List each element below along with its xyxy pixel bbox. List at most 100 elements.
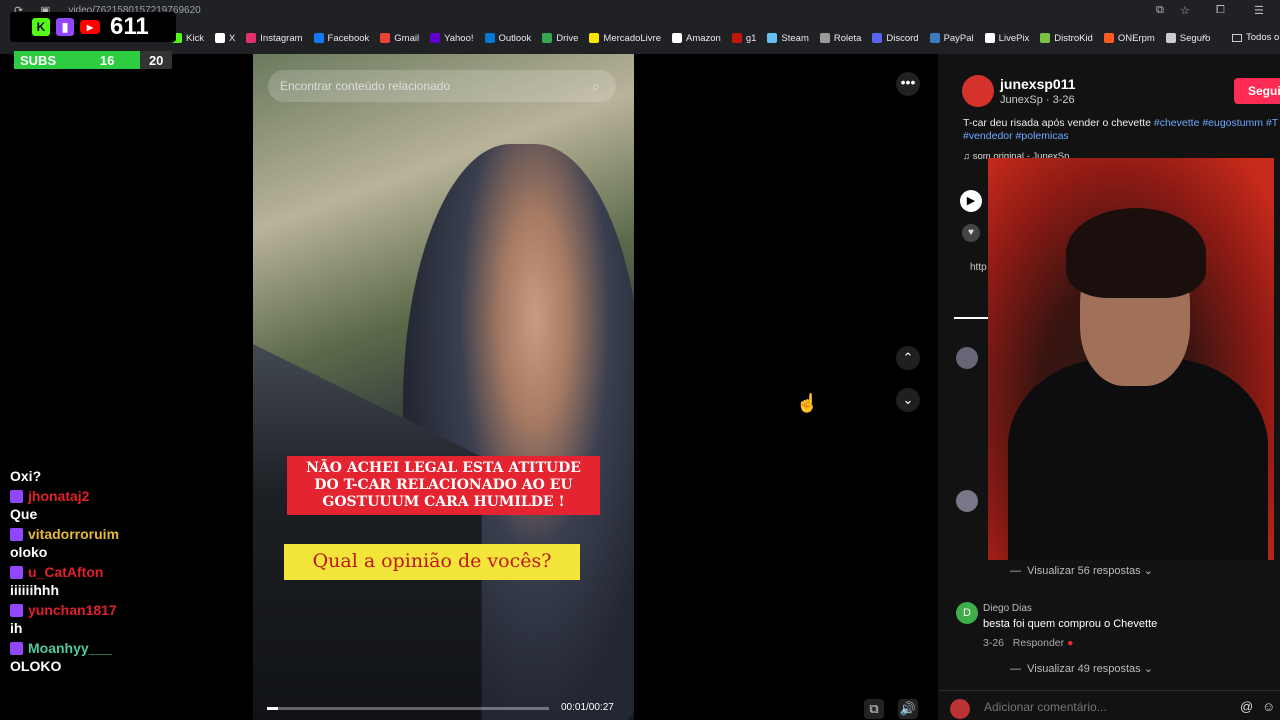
bookmark-favicon-icon: [246, 33, 257, 43]
view-replies-button[interactable]: — Visualizar 56 respostas ⌄: [1010, 564, 1153, 577]
bookmark-label: Amazon: [685, 32, 721, 44]
bookmark-label: g1: [745, 32, 757, 44]
bookmark-item[interactable]: Gmail: [380, 33, 419, 44]
bookmark-favicon-icon: [589, 33, 600, 43]
screen: ⟳ ▣ ...video/7621580157219769620 ⧉ ☆ ⧠ ☰…: [0, 0, 1280, 720]
bookmark-label: Facebook: [327, 32, 370, 44]
video-player[interactable]: Encontrar conteúdo relacionado ⌕ NÃO ACH…: [253, 54, 634, 720]
chat-message: Moanhyy___ OLOKO: [10, 638, 250, 674]
chat-username: u_CatAfton: [28, 564, 104, 580]
volume-icon[interactable]: 🔊: [898, 699, 918, 719]
more-bookmarks-icon[interactable]: »: [1202, 31, 1208, 42]
previous-video-icon[interactable]: ⌃: [896, 346, 920, 370]
comment-meta: 3-26 Responder ●: [983, 637, 1073, 649]
chat-text: Oxi?: [10, 468, 42, 484]
video-progress-fill: [267, 707, 279, 710]
emoji-picker-icon[interactable]: ☺: [1262, 699, 1275, 714]
link-text[interactable]: http: [970, 262, 987, 273]
bookmark-item[interactable]: Steam: [767, 33, 809, 44]
heart-icon[interactable]: ♥: [962, 224, 980, 242]
bookmark-favicon-icon: [929, 33, 940, 43]
picture-in-picture-icon[interactable]: ⧉: [864, 699, 884, 719]
extensions-icon[interactable]: ⧠: [1216, 4, 1228, 16]
streamer-webcam: [988, 158, 1274, 560]
creator-subline: JunexSp · 3-26: [1000, 94, 1075, 106]
all-bookmarks-folder[interactable]: Todos o: [1232, 32, 1279, 43]
bookmark-item[interactable]: Roleta: [819, 33, 861, 44]
bookmark-item[interactable]: Instagram: [246, 33, 303, 44]
chat-text: ih: [10, 620, 23, 636]
bookmark-item[interactable]: DistroKid: [1040, 33, 1093, 44]
youtube-icon: ▶: [80, 20, 100, 34]
bookmark-item[interactable]: Discord: [872, 33, 919, 44]
webcam-body: [1008, 358, 1268, 560]
commenter-avatar[interactable]: [956, 490, 978, 512]
tab-underline: [954, 317, 988, 319]
creator-avatar[interactable]: [962, 75, 994, 107]
bookmark-favicon-icon: [1040, 33, 1051, 43]
chat-text: OLOKO: [10, 658, 62, 674]
hashtag-link[interactable]: #T: [1266, 117, 1278, 129]
search-icon[interactable]: ⌕: [592, 78, 600, 95]
viewer-count-widget: K ▮ ▶ 611: [10, 12, 176, 42]
chat-message: yunchan1817 ih: [10, 600, 250, 636]
bookmark-favicon-icon: [872, 33, 883, 43]
bookmark-star-icon[interactable]: ☆: [1180, 4, 1192, 17]
chat-username: vitadorroruim: [28, 526, 120, 542]
video-progress-bar[interactable]: [267, 707, 549, 710]
reply-button[interactable]: Responder: [1013, 637, 1064, 649]
stream-chat: Oxi? jhonataj2 Que vitadorroruim oloko u_CatA…: [10, 468, 250, 676]
bookmark-item[interactable]: ONErpm: [1103, 33, 1155, 44]
bookmark-item[interactable]: Yahoo!: [430, 33, 474, 44]
chat-username: yunchan1817: [28, 602, 117, 618]
hashtag-link[interactable]: #vendedor: [963, 130, 1016, 142]
bookmark-item[interactable]: LivePix: [984, 33, 1029, 44]
more-options-icon[interactable]: •••: [896, 72, 920, 96]
mention-icon[interactable]: @: [1240, 699, 1253, 714]
bookmark-favicon-icon: [1103, 33, 1114, 43]
chat-username: jhonataj2: [28, 488, 90, 504]
browser-url-bar[interactable]: ⟳ ▣ ...video/7621580157219769620 ⧉ ☆ ⧠ ☰: [0, 0, 1280, 22]
bookmark-favicon-icon: [984, 33, 995, 43]
bookmark-item[interactable]: MercadoLivre: [589, 33, 661, 44]
bookmark-label: PayPal: [943, 32, 974, 44]
twitch-badge-icon: [10, 489, 23, 503]
menu-icon[interactable]: ☰: [1254, 4, 1266, 17]
bookmark-item[interactable]: PayPal: [929, 32, 974, 44]
chat-text: oloko: [10, 544, 48, 560]
next-video-icon[interactable]: ⌄: [896, 388, 920, 412]
bookmark-item[interactable]: Kick: [172, 33, 204, 44]
bookmark-item[interactable]: X: [214, 32, 236, 44]
chat-user-row: u_CatAfton: [10, 562, 250, 582]
install-icon[interactable]: ⧉: [1156, 4, 1168, 16]
comment-input[interactable]: [984, 700, 1204, 714]
bookmark-label: X: [228, 32, 236, 44]
chat-message: u_CatAfton iiiiiihhh: [10, 562, 250, 598]
bookmark-label: Kick: [186, 32, 204, 44]
bookmark-item[interactable]: Outlook: [484, 33, 531, 44]
chat-message: jhonataj2 Que: [10, 486, 250, 522]
hashtag-link[interactable]: #chevette: [1154, 117, 1202, 129]
chat-message: vitadorroruim oloko: [10, 524, 250, 560]
subs-current: 16: [99, 52, 115, 68]
hashtags-line-2[interactable]: #vendedor #polemicas: [963, 130, 1069, 142]
bookmark-favicon-icon: [819, 33, 830, 43]
view-replies-button[interactable]: — Visualizar 49 respostas ⌄: [1010, 662, 1153, 675]
viewer-count: 611: [110, 13, 149, 40]
play-icon[interactable]: ▶: [960, 190, 982, 212]
commenter-avatar[interactable]: [956, 347, 978, 369]
creator-username[interactable]: junexsp011: [1000, 76, 1076, 92]
comment-author[interactable]: Diego Dias: [983, 603, 1032, 614]
hashtag-link[interactable]: #polemicas: [1016, 130, 1069, 142]
subs-progress-fill: SUBS 16: [14, 51, 141, 69]
video-description: T-car deu risada após vender o chevette …: [963, 117, 1279, 142]
bookmark-item[interactable]: Facebook: [313, 32, 370, 44]
bookmark-item[interactable]: g1: [731, 32, 757, 44]
commenter-avatar[interactable]: D: [956, 602, 978, 624]
hashtags-line-1[interactable]: #chevette #eugostumm #T: [1154, 117, 1278, 129]
hashtag-link[interactable]: #eugostumm: [1202, 117, 1266, 129]
bookmark-item[interactable]: Drive: [542, 33, 578, 44]
related-search-input[interactable]: Encontrar conteúdo relacionado ⌕: [268, 70, 616, 102]
bookmark-item[interactable]: Amazon: [671, 32, 721, 44]
follow-button[interactable]: Segui: [1234, 78, 1280, 104]
